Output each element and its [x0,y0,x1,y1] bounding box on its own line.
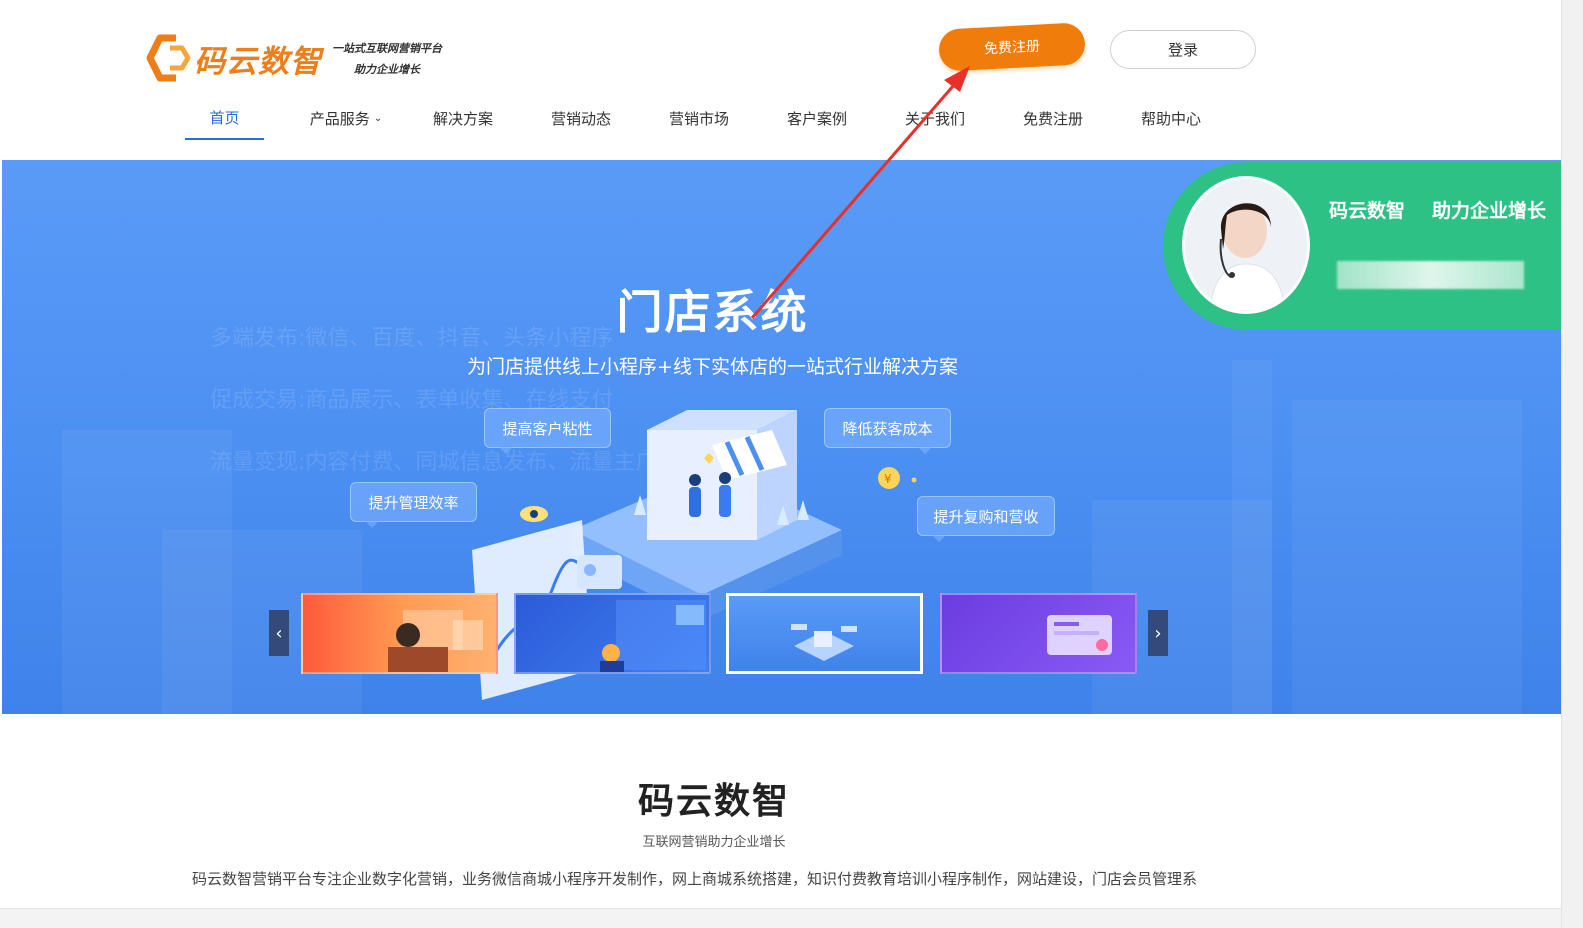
nav-label: 营销动态 [550,109,611,128]
consultant-avatar [1182,176,1310,314]
login-button[interactable]: 登录 [1110,30,1256,69]
logo-tagline-1: 一站式互联网营销平台 [332,41,442,55]
svg-text:¥: ¥ [884,472,892,486]
consult-phone-blurred [1337,261,1524,289]
bottom-toolbar [0,908,1583,928]
section-description: 码云数智营销平台专注企业数字化营销，业务微信商城小程序开发制作，网上商城系统搭建… [192,870,1198,888]
nav-label: 帮助中心 [1140,109,1201,128]
nav-label: 免费注册 [1022,109,1083,128]
logo-tagline-2: 助力企业增长 [354,62,420,76]
logo-name: 码云数智 [194,43,322,80]
consult-brand: 码云数智 [1329,200,1406,222]
nav-label: 关于我们 [904,109,965,128]
nav-item-about[interactable]: 关于我们 [897,96,973,140]
register-button[interactable]: 免费注册 [938,22,1086,72]
nav-label: 客户案例 [786,109,847,128]
section-title: 码云数智 [637,781,790,822]
carousel-prev-button[interactable]: ‹ [269,610,289,656]
carousel-thumbnail[interactable] [301,593,498,674]
nav-label: 解决方案 [432,109,493,128]
nav-label: 产品服务 [309,109,370,128]
nav-item-register[interactable]: 免费注册 [1015,96,1091,140]
carousel-thumbnail[interactable] [726,593,923,674]
nav-item-help[interactable]: 帮助中心 [1133,96,1209,140]
banner-subtitle: 为门店提供线上小程序+线下实体店的一站式行业解决方案 [467,356,958,378]
site-header: 码云数智 一站式互联网营销平台 助力企业增长 免费注册 登录 首页 产品服务 ⌄ … [0,0,1583,160]
thumbnail-image [791,624,857,661]
thumbnail-image [388,610,483,672]
section-subtitle: 互联网营销助力企业增长 [642,835,786,850]
logo-tagline: 一站式互联网营销平台 助力企业增长 [332,40,442,77]
thumbnail-image [1047,615,1112,655]
consult-slogan: 助力企业增长 [1432,200,1547,222]
chevron-down-icon: ⌄ [373,112,383,124]
nav-label: 营销市场 [668,109,729,128]
carousel-next-button[interactable]: › [1148,610,1168,656]
carousel-thumbnail[interactable] [940,593,1137,674]
bg-shape [1232,360,1272,714]
chevron-left-icon: ‹ [275,622,283,644]
nav-label: 首页 [209,108,240,127]
vertical-scrollbar[interactable] [1561,0,1583,928]
chevron-right-icon: › [1154,622,1162,644]
nav-item-market[interactable]: 营销市场 [661,96,737,140]
site-logo[interactable]: 码云数智 一站式互联网营销平台 助力企业增长 [146,30,476,86]
nav-item-solutions[interactable]: 解决方案 [425,96,501,140]
nav-item-products[interactable]: 产品服务 ⌄ [303,96,389,140]
nav-item-home[interactable]: 首页 [185,96,264,140]
bg-shape [1292,400,1522,714]
nav-item-cases[interactable]: 客户案例 [779,96,855,140]
logo-mark-icon [146,32,192,84]
thumbnail-image [600,600,706,672]
nav-item-news[interactable]: 营销动态 [543,96,619,140]
carousel-thumbnail[interactable] [514,593,711,674]
